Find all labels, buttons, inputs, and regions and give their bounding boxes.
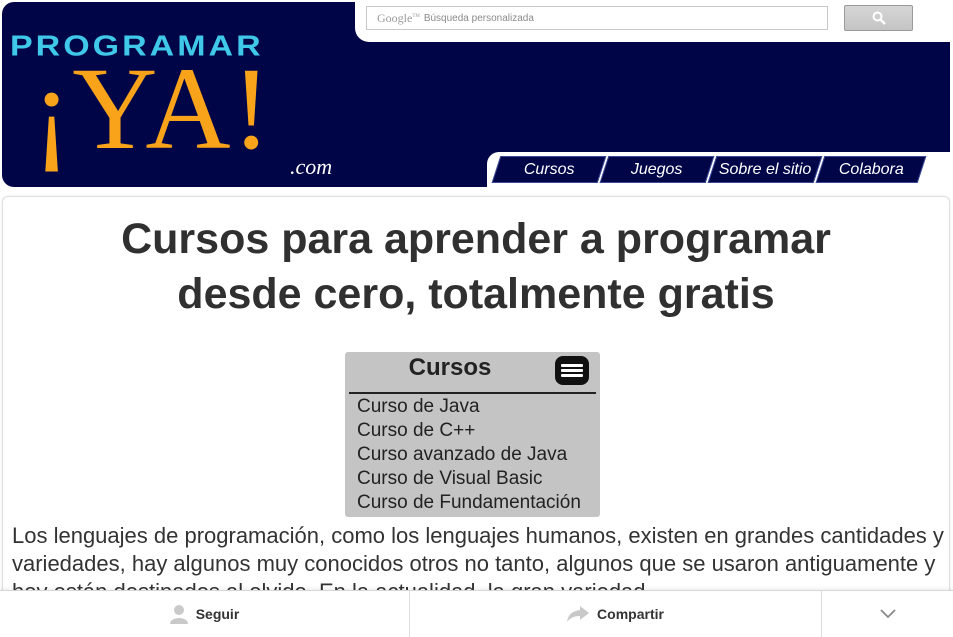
course-link-visual-basic[interactable]: Curso de Visual Basic [357, 467, 581, 491]
divider [349, 392, 596, 394]
share-button[interactable]: Compartir [410, 591, 821, 637]
page-title: Cursos para aprender a programar desde c… [121, 215, 831, 318]
nav-item-juegos[interactable]: Juegos [599, 156, 715, 183]
course-link-cpp[interactable]: Curso de C++ [357, 419, 581, 443]
person-icon [169, 605, 188, 624]
follow-button[interactable]: Seguir [0, 591, 409, 637]
search-icon [872, 11, 886, 25]
google-brand: GoogleTM [377, 10, 420, 25]
courses-menu-title: Cursos [408, 354, 492, 381]
share-bar: Seguir Compartir [0, 590, 953, 637]
chevron-down-icon [879, 609, 896, 619]
nav-item-cursos[interactable]: Cursos [491, 156, 607, 183]
search-button[interactable] [844, 5, 913, 31]
logo-main-text: ¡YA! [32, 43, 272, 174]
courses-menu: Cursos Curso de Java Curso de C++ Curso … [345, 352, 600, 517]
expand-button[interactable] [822, 591, 953, 637]
search-input[interactable]: GoogleTM Búsqueda personalizada [366, 6, 828, 30]
share-arrow-icon [567, 606, 590, 622]
site-logo[interactable]: PROGRAMAR ¡YA! .com [8, 30, 348, 180]
search-placeholder: Búsqueda personalizada [423, 12, 534, 24]
course-link-java-advanced[interactable]: Curso avanzado de Java [357, 443, 581, 467]
courses-list: Curso de Java Curso de C++ Curso avanzad… [357, 395, 581, 515]
logo-suffix: .com [290, 154, 333, 179]
hamburger-menu-icon[interactable] [555, 356, 589, 385]
nav-item-colabora[interactable]: Colabora [815, 156, 927, 183]
course-link-java[interactable]: Curso de Java [357, 395, 581, 419]
nav-item-sobre-el-sitio[interactable]: Sobre el sitio [707, 156, 823, 183]
course-link-fundamentals[interactable]: Curso de Fundamentación [357, 491, 581, 515]
